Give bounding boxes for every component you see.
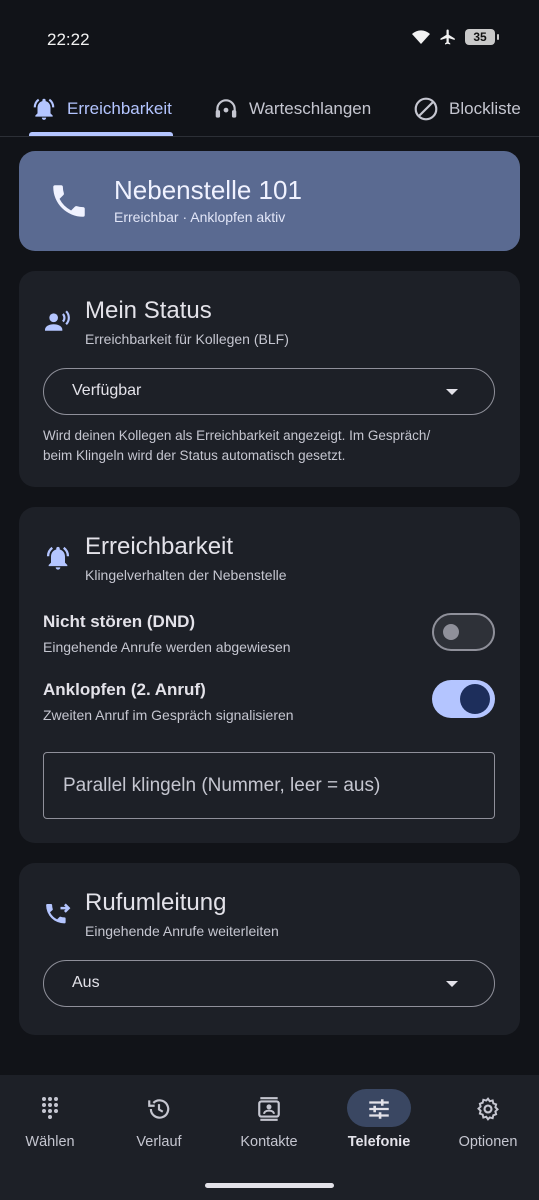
- call-forward-icon: [46, 903, 71, 924]
- history-icon: [109, 1096, 209, 1120]
- parallel-ring-input[interactable]: [44, 753, 494, 818]
- tab-label: Erreichbarkeit: [67, 99, 172, 118]
- bell-icon: [33, 98, 55, 120]
- call-waiting-subtitle: Zweiten Anruf im Gespräch signalisieren: [43, 707, 294, 723]
- nav-item-waehlen[interactable]: Wählen: [0, 1089, 100, 1159]
- extension-title: Nebenstelle 101: [114, 175, 302, 205]
- block-icon: [414, 97, 438, 121]
- call-waiting-toggle[interactable]: [432, 680, 495, 718]
- tab-label: Blockliste: [449, 99, 521, 118]
- bell-icon: [46, 546, 70, 570]
- status-help-line: Wird deinen Kollegen als Erreichbarkeit …: [43, 428, 431, 443]
- wifi-icon: [412, 30, 430, 44]
- reachability-card: Erreichbarkeit Klingelverhalten der Nebe…: [19, 507, 520, 843]
- tab-blockliste[interactable]: Blockliste: [413, 94, 521, 124]
- call-waiting-title: Anklopfen (2. Anruf): [43, 680, 206, 699]
- forwarding-subtitle: Eingehende Anrufe weiterleiten: [85, 923, 279, 939]
- status-select-value: Verfügbar: [72, 382, 142, 399]
- status-help-line: beim Klingeln wird der Status automatisc…: [43, 448, 346, 463]
- forwarding-select[interactable]: Aus: [43, 960, 495, 1007]
- dnd-subtitle: Eingehende Anrufe werden abgewiesen: [43, 639, 291, 655]
- nav-item-kontakte[interactable]: Kontakte: [219, 1089, 319, 1159]
- extension-card: Nebenstelle 101 Erreichbar · Anklopfen a…: [19, 151, 520, 251]
- nav-label: Wählen: [25, 1134, 75, 1150]
- reachability-subtitle: Klingelverhalten der Nebenstelle: [85, 567, 287, 583]
- nav-item-verlauf[interactable]: Verlauf: [109, 1089, 209, 1159]
- tune-icon: [329, 1096, 429, 1120]
- chevron-down-icon: [446, 389, 458, 395]
- my-status-subtitle: Erreichbarkeit für Kollegen (BLF): [85, 331, 289, 347]
- forwarding-card: Rufumleitung Eingehende Anrufe weiterlei…: [19, 863, 520, 1035]
- top-tabs: Erreichbarkeit Warteschlangen Blockliste: [0, 80, 539, 137]
- dnd-title: Nicht stören (DND): [43, 612, 196, 631]
- airplane-icon: [440, 29, 455, 45]
- dialpad-icon: [0, 1096, 100, 1120]
- tab-warteschlangen[interactable]: Warteschlangen: [213, 94, 371, 124]
- headset-icon: [215, 99, 237, 118]
- nav-item-optionen[interactable]: Optionen: [438, 1089, 538, 1159]
- tab-label: Warteschlangen: [249, 99, 372, 118]
- status-select[interactable]: Verfügbar: [43, 368, 495, 415]
- my-status-card: Mein Status Erreichbarkeit für Kollegen …: [19, 271, 520, 487]
- reachability-title: Erreichbarkeit: [85, 533, 234, 560]
- battery-icon: 35: [465, 29, 499, 45]
- status-icons: 35: [411, 28, 499, 46]
- dnd-toggle[interactable]: [432, 613, 495, 651]
- tab-erreichbarkeit[interactable]: Erreichbarkeit: [31, 94, 172, 124]
- person-voice-icon: [45, 310, 70, 331]
- status-bar: 22:22 35: [0, 0, 539, 80]
- forwarding-select-value: Aus: [72, 974, 100, 991]
- toggle-knob: [443, 624, 459, 640]
- bottom-nav: Wählen Verlauf Kontakte Telefonie Option…: [0, 1075, 539, 1200]
- parallel-ring-field[interactable]: [43, 752, 495, 819]
- contacts-icon: [219, 1096, 319, 1121]
- nav-label: Kontakte: [240, 1134, 298, 1150]
- nav-label: Verlauf: [136, 1134, 182, 1150]
- status-help-text: Wird deinen Kollegen als Erreichbarkeit …: [43, 426, 508, 466]
- nav-label: Optionen: [458, 1134, 518, 1150]
- status-time: 22:22: [47, 30, 90, 49]
- home-indicator[interactable]: [205, 1183, 334, 1188]
- forwarding-title: Rufumleitung: [85, 889, 227, 916]
- nav-label: Telefonie: [347, 1134, 411, 1150]
- phone-icon: [53, 185, 85, 217]
- active-tab-indicator: [29, 132, 173, 136]
- toggle-knob: [460, 684, 490, 714]
- nav-item-telefonie[interactable]: Telefonie: [329, 1089, 429, 1159]
- extension-subtitle: Erreichbar · Anklopfen aktiv: [114, 209, 286, 225]
- my-status-title: Mein Status: [85, 297, 212, 324]
- gear-icon: [438, 1096, 538, 1121]
- chevron-down-icon: [446, 981, 458, 987]
